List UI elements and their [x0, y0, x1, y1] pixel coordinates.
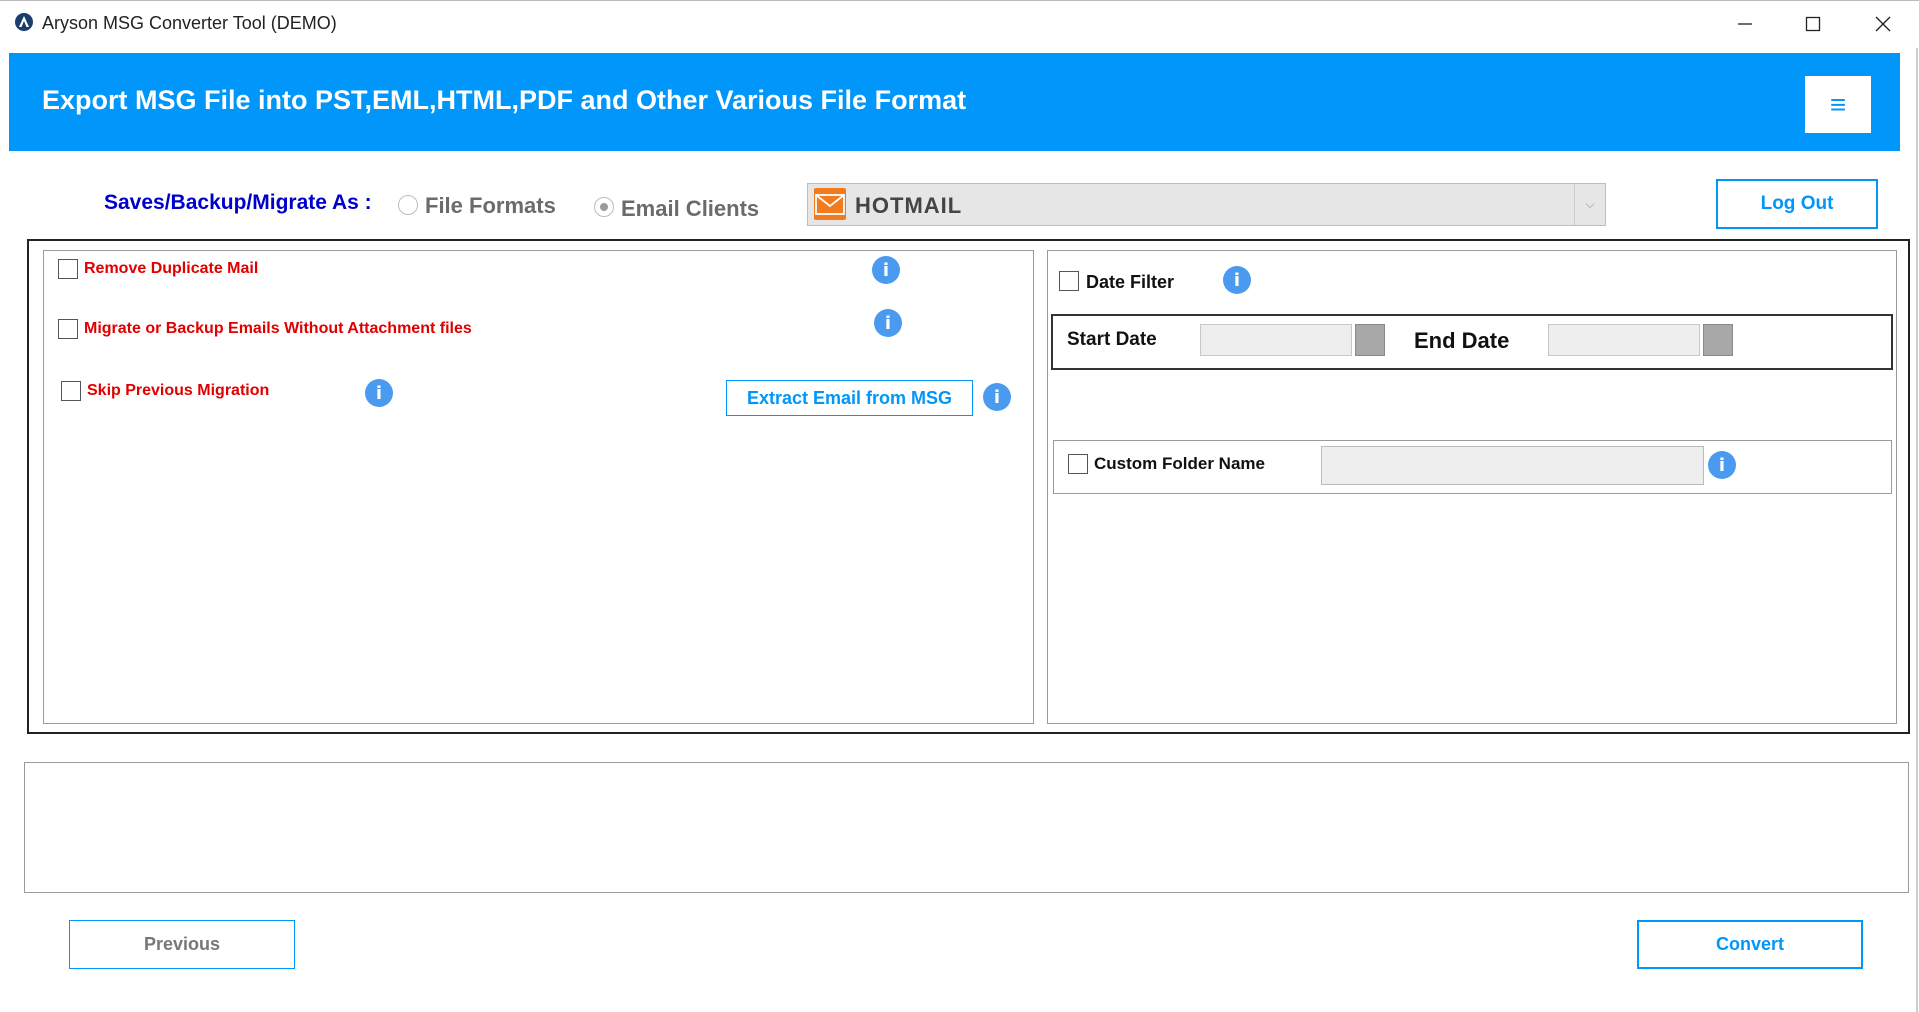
date-filter-label[interactable]: Date Filter	[1086, 272, 1174, 293]
info-icon[interactable]: i	[872, 256, 900, 284]
chevron-down-icon[interactable]: ⌵	[1574, 184, 1605, 225]
calendar-icon[interactable]	[1703, 324, 1733, 356]
info-icon[interactable]: i	[1708, 451, 1736, 479]
previous-button[interactable]: Previous	[69, 920, 295, 969]
custom-folder-label[interactable]: Custom Folder Name	[1094, 454, 1265, 474]
start-date-input[interactable]	[1200, 324, 1352, 356]
without-attachment-checkbox[interactable]	[58, 319, 78, 339]
custom-folder-input[interactable]	[1321, 446, 1704, 485]
custom-folder-checkbox[interactable]	[1068, 454, 1088, 474]
minimize-icon	[1738, 23, 1752, 25]
window-border	[1916, 48, 1918, 1012]
close-button[interactable]	[1848, 0, 1918, 48]
end-date-input[interactable]	[1548, 324, 1700, 356]
logout-button[interactable]: Log Out	[1716, 179, 1878, 229]
radio-email-clients[interactable]	[594, 197, 614, 217]
date-filter-checkbox[interactable]	[1059, 271, 1079, 291]
info-icon[interactable]: i	[983, 383, 1011, 411]
banner-title: Export MSG File into PST,EML,HTML,PDF an…	[42, 85, 967, 115]
skip-previous-label[interactable]: Skip Previous Migration	[87, 382, 269, 400]
window-title: Aryson MSG Converter Tool (DEMO)	[42, 13, 337, 33]
save-as-label: Saves/Backup/Migrate As :	[104, 191, 372, 214]
convert-button[interactable]: Convert	[1637, 920, 1863, 969]
info-icon[interactable]: i	[365, 379, 393, 407]
app-logo-icon	[14, 12, 34, 32]
maximize-icon	[1805, 16, 1821, 32]
minimize-button[interactable]	[1710, 0, 1780, 48]
email-client-select-value: HOTMAIL	[855, 193, 963, 218]
without-attachment-label[interactable]: Migrate or Backup Emails Without Attachm…	[84, 320, 472, 338]
close-icon	[1875, 16, 1891, 32]
radio-file-formats-label[interactable]: File Formats	[425, 193, 556, 219]
radio-file-formats[interactable]	[398, 195, 418, 215]
remove-duplicate-label[interactable]: Remove Duplicate Mail	[84, 260, 258, 278]
maximize-button[interactable]	[1778, 0, 1848, 48]
calendar-icon[interactable]	[1355, 324, 1385, 356]
radio-email-clients-label[interactable]: Email Clients	[621, 196, 759, 222]
envelope-icon	[814, 188, 846, 220]
skip-previous-checkbox[interactable]	[61, 381, 81, 401]
hamburger-icon: ≡	[1829, 88, 1847, 120]
info-icon[interactable]: i	[1223, 266, 1251, 294]
remove-duplicate-checkbox[interactable]	[58, 259, 78, 279]
info-icon[interactable]: i	[874, 309, 902, 337]
start-date-label: Start Date	[1067, 329, 1157, 350]
log-area	[24, 762, 1909, 893]
end-date-label: End Date	[1414, 328, 1510, 353]
hamburger-menu-button[interactable]: ≡	[1805, 76, 1871, 133]
extract-email-button[interactable]: Extract Email from MSG	[726, 380, 973, 416]
